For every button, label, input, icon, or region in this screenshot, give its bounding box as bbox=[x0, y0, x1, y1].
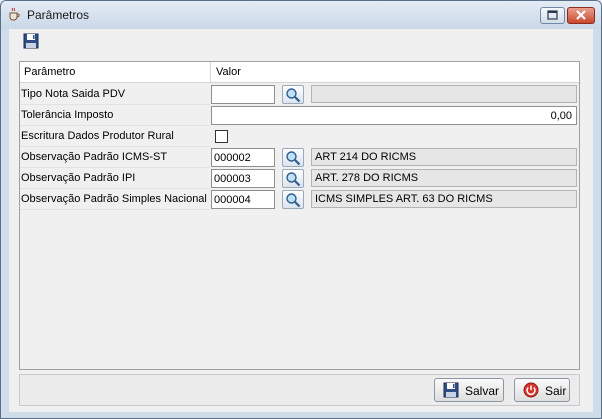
close-icon bbox=[576, 10, 586, 20]
magnifier-icon bbox=[286, 193, 301, 208]
description-field bbox=[311, 85, 577, 103]
code-value: 000002 bbox=[214, 152, 251, 164]
java-cup-icon bbox=[9, 7, 20, 21]
description-value: ICMS SIMPLES ART. 63 DO RICMS bbox=[315, 193, 493, 205]
row-separator bbox=[20, 104, 210, 105]
param-label: Observação Padrão Simples Nacional bbox=[21, 193, 207, 205]
tolerance-input[interactable]: 0,00 bbox=[211, 106, 577, 125]
row-tipo-nota-saida-pdv: Tipo Nota Saida PDV bbox=[20, 85, 579, 105]
magnifier-icon bbox=[286, 88, 301, 103]
row-separator bbox=[20, 167, 210, 168]
parameters-grid: Parâmetro Valor Tipo Nota Saida PDV Tole… bbox=[19, 61, 580, 370]
description-value: ART 214 DO RICMS bbox=[315, 151, 417, 163]
floppy-disk-icon[interactable] bbox=[23, 33, 39, 49]
code-input[interactable]: 000002 bbox=[211, 148, 275, 167]
close-button[interactable] bbox=[567, 7, 595, 24]
parametros-window: Parâmetros Parâmetro Valor Tipo Nota Sai… bbox=[0, 0, 602, 419]
description-value: ART. 278 DO RICMS bbox=[315, 172, 419, 184]
grid-header: Parâmetro Valor bbox=[20, 62, 579, 83]
param-label: Tolerância Imposto bbox=[21, 109, 114, 121]
button-bar: Salvar Sair bbox=[19, 374, 580, 406]
row-separator bbox=[20, 209, 210, 210]
exit-button[interactable]: Sair bbox=[514, 378, 570, 402]
restore-icon bbox=[547, 10, 558, 20]
param-label: Tipo Nota Saida PDV bbox=[21, 88, 126, 100]
magnifier-icon bbox=[286, 151, 301, 166]
header-divider bbox=[210, 62, 211, 82]
produtor-rural-checkbox[interactable] bbox=[215, 130, 228, 143]
client-area: Parâmetro Valor Tipo Nota Saida PDV Tole… bbox=[9, 29, 593, 412]
code-input[interactable]: 000003 bbox=[211, 169, 275, 188]
window-title: Parâmetros bbox=[27, 8, 90, 22]
lookup-button[interactable] bbox=[282, 148, 304, 167]
code-value: 000004 bbox=[214, 194, 251, 206]
description-field: ICMS SIMPLES ART. 63 DO RICMS bbox=[311, 190, 577, 208]
param-label: Observação Padrão IPI bbox=[21, 172, 136, 184]
row-escritura-produtor-rural: Escritura Dados Produtor Rural bbox=[20, 127, 579, 147]
lookup-button[interactable] bbox=[282, 85, 304, 104]
lookup-button[interactable] bbox=[282, 169, 304, 188]
code-input[interactable] bbox=[211, 85, 275, 104]
power-icon bbox=[523, 382, 539, 398]
param-label: Observação Padrão ICMS-ST bbox=[21, 151, 168, 163]
code-value: 000003 bbox=[214, 173, 251, 185]
save-label: Salvar bbox=[465, 384, 500, 398]
save-button[interactable]: Salvar bbox=[434, 378, 504, 402]
row-obs-icms-st: Observação Padrão ICMS-ST 000002 ART 214… bbox=[20, 148, 579, 168]
header-parametro: Parâmetro bbox=[24, 66, 76, 78]
floppy-disk-icon bbox=[443, 382, 459, 398]
description-field: ART 214 DO RICMS bbox=[311, 148, 577, 166]
lookup-button[interactable] bbox=[282, 190, 304, 209]
restore-button[interactable] bbox=[540, 7, 565, 24]
row-tolerancia-imposto: Tolerância Imposto 0,00 bbox=[20, 106, 579, 126]
row-separator bbox=[20, 125, 210, 126]
header-valor: Valor bbox=[216, 66, 241, 78]
tolerance-value: 0,00 bbox=[550, 110, 572, 122]
row-obs-ipi: Observação Padrão IPI 000003 ART. 278 DO… bbox=[20, 169, 579, 189]
row-separator bbox=[20, 188, 210, 189]
param-label: Escritura Dados Produtor Rural bbox=[21, 130, 174, 142]
code-input[interactable]: 000004 bbox=[211, 190, 275, 209]
magnifier-icon bbox=[286, 172, 301, 187]
exit-label: Sair bbox=[545, 384, 567, 398]
description-field: ART. 278 DO RICMS bbox=[311, 169, 577, 187]
row-obs-simples-nacional: Observação Padrão Simples Nacional 00000… bbox=[20, 190, 579, 210]
title-bar[interactable]: Parâmetros bbox=[1, 1, 601, 29]
row-separator bbox=[20, 146, 210, 147]
